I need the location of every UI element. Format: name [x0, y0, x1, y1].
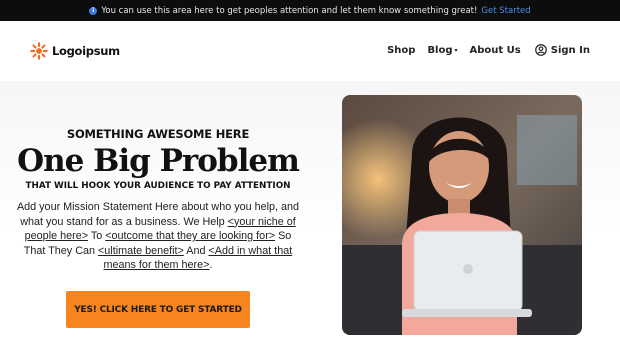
nav-label: About Us [469, 44, 521, 56]
nav-item-blog[interactable]: Blog ▾ [427, 45, 457, 56]
sign-in-button[interactable]: Sign In [534, 44, 590, 56]
user-circle-icon [534, 44, 547, 56]
nav-item-shop[interactable]: Shop [387, 45, 415, 56]
chevron-down-icon: ▾ [454, 46, 458, 54]
woman-with-laptop-image [342, 95, 582, 335]
nav-item-about-us[interactable]: About Us [470, 45, 521, 56]
mission-text: To [88, 230, 106, 242]
site-header: Logoipsum Shop Blog ▾ About Us Sign In [0, 21, 620, 81]
logo-text: Logoipsum [52, 44, 120, 58]
hero-headline: One Big Problem [17, 143, 300, 179]
hero-content: SOMETHING AWESOME HERE One Big Problem T… [16, 127, 300, 273]
nav-label: Blog [427, 44, 453, 56]
get-started-button[interactable]: YES! CLICK HERE TO GET STARTED [66, 291, 250, 328]
info-icon: i [89, 6, 98, 15]
mission-placeholder-benefit: <ultimate benefit> [98, 244, 184, 257]
mission-text: . [209, 259, 213, 271]
nav-label: Shop [387, 44, 416, 56]
hero-subhead: THAT WILL HOOK YOUR AUDIENCE TO PAY ATTE… [25, 181, 291, 191]
mission-text: And [183, 244, 209, 257]
logo[interactable]: Logoipsum [30, 42, 120, 60]
get-started-link[interactable]: Get Started [481, 6, 530, 16]
announcement-bar: i You can use this area here to get peop… [0, 0, 620, 21]
sun-logo-icon [30, 42, 48, 60]
sign-in-label: Sign In [550, 44, 590, 56]
hero-eyebrow: SOMETHING AWESOME HERE [66, 127, 250, 141]
mission-statement: Add your Mission Statement Here about wh… [16, 200, 300, 273]
hero-photo [342, 95, 582, 335]
announcement-text: You can use this area here to get people… [101, 5, 478, 16]
mission-placeholder-outcome: <outcome that they are looking for> [105, 230, 276, 242]
main-nav: Shop Blog ▾ About Us Sign In [387, 44, 590, 56]
